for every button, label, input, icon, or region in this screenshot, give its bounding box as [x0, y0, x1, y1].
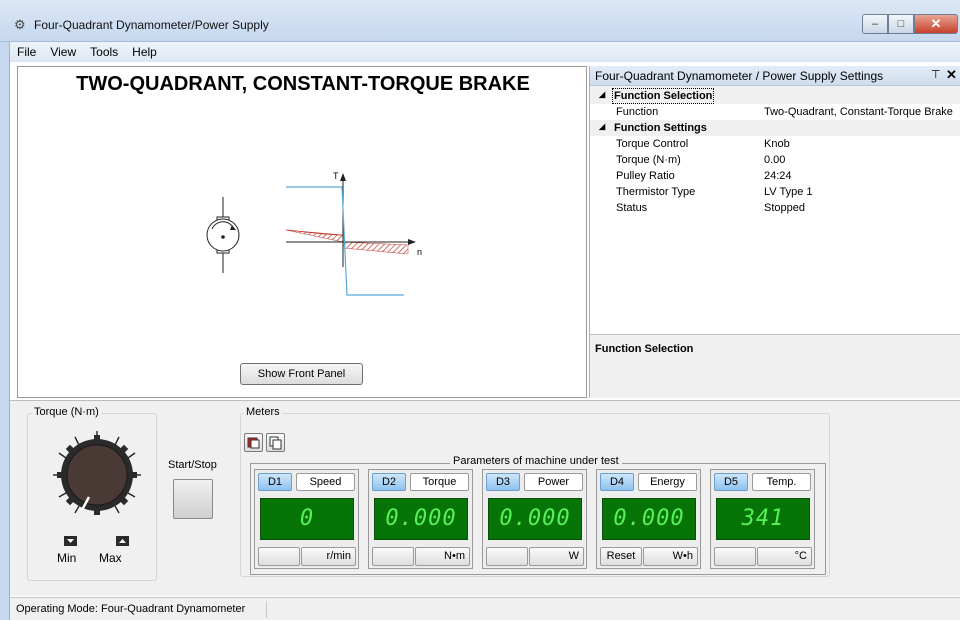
meter-d1: D1 Speed 0 r/min — [254, 469, 359, 569]
property-key: Function Settings — [614, 122, 707, 134]
meter-d5: D5 Temp. 341 °C — [710, 469, 815, 569]
close-icon[interactable]: ✕ — [946, 67, 957, 83]
start-stop-button[interactable] — [173, 479, 213, 519]
menu-help[interactable]: Help — [125, 45, 164, 59]
settings-header: Four-Quadrant Dynamometer / Power Supply… — [590, 66, 960, 86]
window-left-frame — [0, 42, 10, 620]
meter-id-button[interactable]: D1 — [258, 473, 292, 491]
meter-name-button[interactable]: Power — [524, 473, 583, 491]
property-key: Function Selection — [614, 90, 713, 102]
property-row-function[interactable]: Function Two-Quadrant, Constant-Torque B… — [590, 104, 960, 120]
meter-left-button[interactable] — [486, 547, 528, 566]
meter-d4: D4 Energy 0.000 Reset W•h — [596, 469, 701, 569]
menu-file[interactable]: File — [10, 45, 43, 59]
meter-display: 341 — [716, 498, 810, 540]
window-title: Four-Quadrant Dynamometer/Power Supply — [34, 18, 269, 32]
menu-bar: File View Tools Help — [10, 42, 960, 62]
property-row-status[interactable]: Status Stopped — [590, 200, 960, 216]
property-value[interactable]: LV Type 1 — [764, 186, 813, 198]
meter-name-button[interactable]: Temp. — [752, 473, 811, 491]
meter-display: 0.000 — [488, 498, 582, 540]
property-description-area: Function Selection — [590, 334, 960, 398]
reset-button[interactable]: Reset — [600, 547, 642, 566]
meter-id-button[interactable]: D3 — [486, 473, 520, 491]
meter-unit-button[interactable]: °C — [757, 547, 812, 566]
property-key: Torque (N·m) — [616, 154, 681, 166]
meter-name-button[interactable]: Energy — [638, 473, 697, 491]
torque-speed-diagram: T n — [206, 171, 422, 296]
meter-unit-button[interactable]: r/min — [301, 547, 356, 566]
pin-icon[interactable]: ⊤ — [931, 68, 941, 81]
property-key: Thermistor Type — [616, 186, 696, 198]
property-value: Stopped — [764, 202, 805, 214]
meter-id-button[interactable]: D5 — [714, 473, 748, 491]
collapse-triangle-icon[interactable]: ◢ — [599, 122, 605, 131]
meter-unit-button[interactable]: W — [529, 547, 584, 566]
meter-left-button[interactable] — [372, 547, 414, 566]
status-text: Operating Mode: Four-Quadrant Dynamomete… — [16, 603, 246, 615]
copy-icon — [269, 436, 282, 450]
meter-left-button[interactable] — [258, 547, 300, 566]
meter-d3: D3 Power 0.000 W — [482, 469, 587, 569]
meter-unit-button[interactable]: N•m — [415, 547, 470, 566]
meter-settings-button[interactable] — [244, 433, 263, 452]
settings-panel: Four-Quadrant Dynamometer / Power Supply… — [589, 66, 960, 398]
function-diagram-panel: TWO-QUADRANT, CONSTANT-TORQUE BRAKE T n — [17, 66, 587, 398]
meter-settings-icon — [247, 437, 260, 449]
category-function-selection[interactable]: ◢ Function Selection — [590, 88, 960, 104]
status-separator — [266, 601, 267, 618]
meter-display: 0 — [260, 498, 354, 540]
meter-name-button[interactable]: Speed — [296, 473, 355, 491]
property-value[interactable]: Knob — [764, 138, 790, 150]
axis-n-label: n — [417, 247, 422, 257]
menu-view[interactable]: View — [43, 45, 83, 59]
start-stop-label: Start/Stop — [168, 459, 217, 471]
controls-area: Torque (N·m) Min Max Start/Stop Meters P… — [10, 400, 960, 596]
description-title: Function Selection — [595, 343, 694, 355]
window-title-bar: ⚙ Four-Quadrant Dynamometer/Power Supply… — [0, 0, 960, 42]
show-front-panel-button[interactable]: Show Front Panel — [240, 363, 363, 385]
category-function-settings[interactable]: ◢ Function Settings — [590, 120, 960, 136]
menu-tools[interactable]: Tools — [83, 45, 125, 59]
parameters-label: Parameters of machine under test — [450, 455, 622, 467]
axis-t-label: T — [333, 171, 339, 181]
meter-left-button[interactable] — [714, 547, 756, 566]
meter-copy-button[interactable] — [266, 433, 285, 452]
meter-display: 0.000 — [602, 498, 696, 540]
max-label[interactable]: Max — [99, 551, 122, 565]
property-value[interactable]: 24:24 — [764, 170, 792, 182]
property-grid: ◢ Function Selection Function Two-Quadra… — [590, 88, 960, 334]
close-window-button[interactable]: ✕ — [914, 14, 958, 34]
meter-unit-button[interactable]: W•h — [643, 547, 698, 566]
status-bar: Operating Mode: Four-Quadrant Dynamomete… — [10, 597, 960, 620]
meter-d2: D2 Torque 0.000 N•m — [368, 469, 473, 569]
maximize-button[interactable]: □ — [888, 14, 914, 34]
meter-display: 0.000 — [374, 498, 468, 540]
meter-id-button[interactable]: D4 — [600, 473, 634, 491]
machine-symbol-icon — [206, 197, 240, 273]
property-key: Status — [616, 202, 648, 214]
property-row-torque[interactable]: Torque (N·m) 0.00 — [590, 152, 960, 168]
meters-group-label: Meters — [244, 406, 282, 418]
property-row-pulley-ratio[interactable]: Pulley Ratio 24:24 — [590, 168, 960, 184]
torque-knob[interactable] — [27, 413, 157, 583]
meter-id-button[interactable]: D2 — [372, 473, 406, 491]
property-key: Function — [616, 106, 659, 118]
collapse-triangle-icon[interactable]: ◢ — [599, 90, 605, 99]
min-label[interactable]: Min — [57, 551, 76, 565]
property-value[interactable]: 0.00 — [764, 154, 785, 166]
meter-name-button[interactable]: Torque — [410, 473, 469, 491]
property-key: Torque Control — [616, 138, 689, 150]
property-row-thermistor-type[interactable]: Thermistor Type LV Type 1 — [590, 184, 960, 200]
property-key: Pulley Ratio — [616, 170, 675, 182]
property-row-torque-control[interactable]: Torque Control Knob — [590, 136, 960, 152]
minimize-button[interactable]: – — [862, 14, 888, 34]
settings-title: Four-Quadrant Dynamometer / Power Supply… — [595, 69, 884, 83]
property-value[interactable]: Two-Quadrant, Constant-Torque Brake — [764, 106, 953, 118]
app-icon: ⚙ — [14, 17, 26, 32]
